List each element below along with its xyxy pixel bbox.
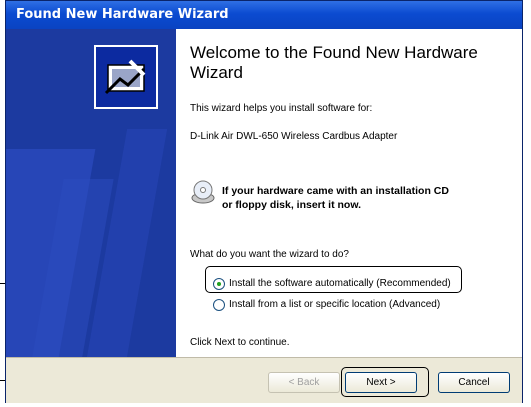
continue-hint: Click Next to continue. bbox=[190, 337, 290, 348]
radio-install-list[interactable] bbox=[213, 299, 225, 311]
wizard-sidebar bbox=[6, 29, 176, 357]
intro-text: This wizard helps you install software f… bbox=[190, 103, 373, 114]
question-text: What do you want the wizard to do? bbox=[190, 249, 349, 260]
cd-disk-icon bbox=[190, 179, 216, 205]
wizard-content: Welcome to the Found New Hardware Wizard… bbox=[176, 29, 522, 357]
option-highlight-box bbox=[205, 266, 462, 293]
page-title: Welcome to the Found New Hardware Wizard bbox=[190, 43, 478, 82]
wizard-window: Found New Hardware Wizard Welcome to the… bbox=[5, 0, 523, 403]
window-title: Found New Hardware Wizard bbox=[16, 7, 229, 22]
back-button[interactable]: < Back bbox=[268, 372, 340, 393]
next-highlight-box bbox=[341, 367, 429, 397]
cd-prompt-line1: If your hardware came with an installati… bbox=[222, 185, 449, 197]
cd-prompt-line2: or floppy disk, insert it now. bbox=[222, 199, 362, 211]
cancel-button[interactable]: Cancel bbox=[438, 372, 510, 393]
device-name: D-Link Air DWL-650 Wireless Cardbus Adap… bbox=[190, 131, 398, 142]
option-list-label[interactable]: Install from a list or specific location… bbox=[229, 299, 440, 310]
button-bar: < Back Next > Cancel bbox=[6, 357, 522, 403]
title-bar[interactable]: Found New Hardware Wizard bbox=[6, 1, 522, 29]
hardware-wizard-icon bbox=[94, 45, 158, 109]
